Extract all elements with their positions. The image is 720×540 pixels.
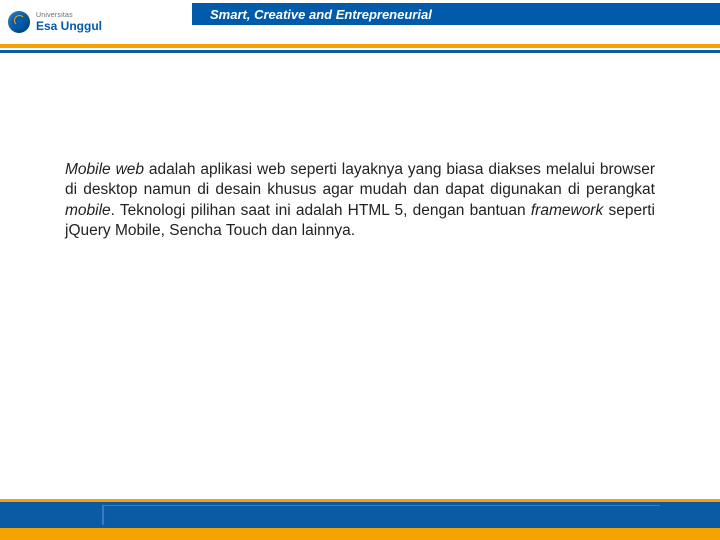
body-paragraph: Mobile web adalah aplikasi web seperti l…: [65, 160, 655, 242]
footer-gold-bottom: [0, 528, 720, 540]
tagline-bar: Smart, Creative and Entrepreneurial: [192, 3, 720, 25]
thin-blue-divider: [0, 50, 720, 53]
university-small: Universitas: [36, 12, 102, 19]
gold-divider: [0, 44, 720, 48]
tagline: Smart, Creative and Entrepreneurial: [210, 7, 432, 22]
footer-inner-box: [102, 505, 660, 525]
university-name: Esa Unggul: [36, 19, 102, 33]
footer-blue-bar: [0, 502, 720, 528]
slide: Universitas Esa Unggul Smart, Creative a…: [0, 0, 720, 540]
logo-text: Universitas Esa Unggul: [36, 12, 102, 33]
header: Universitas Esa Unggul Smart, Creative a…: [0, 0, 720, 44]
logo-badge-icon: [8, 11, 30, 33]
logo: Universitas Esa Unggul: [8, 11, 102, 33]
footer: [0, 499, 720, 540]
